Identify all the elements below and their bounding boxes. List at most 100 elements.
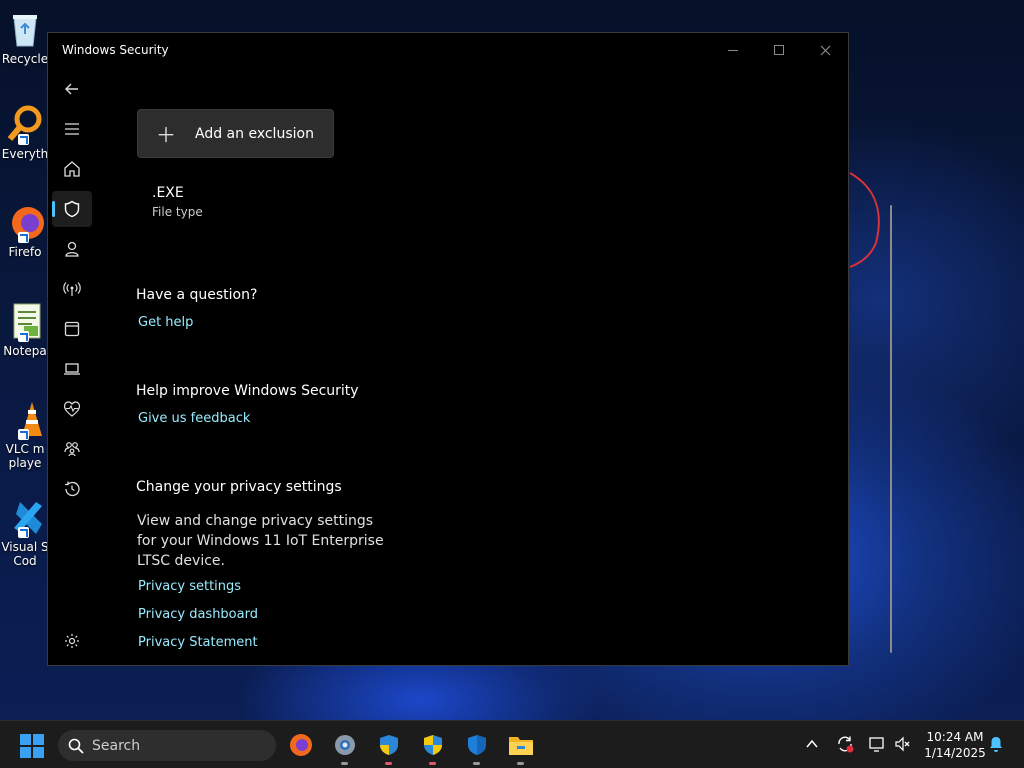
family-icon bbox=[64, 442, 80, 457]
nav-item-protection-history[interactable] bbox=[52, 471, 92, 507]
taskbar-app-windows-security[interactable] bbox=[375, 731, 403, 765]
firefox-icon bbox=[6, 203, 44, 243]
running-indicator bbox=[429, 762, 436, 765]
privacy-settings-link[interactable]: Privacy settings bbox=[138, 579, 241, 594]
taskbar-app-uac[interactable] bbox=[419, 731, 447, 765]
add-exclusion-label: Add an exclusion bbox=[195, 125, 314, 142]
nav-item-device-health[interactable] bbox=[52, 391, 92, 427]
back-arrow-icon bbox=[65, 83, 78, 95]
feedback-link[interactable]: Give us feedback bbox=[138, 411, 250, 426]
title-bar[interactable]: Windows Security bbox=[48, 33, 848, 67]
notification-bell-icon[interactable] bbox=[988, 735, 1004, 753]
main-content: ＋ Add an exclusion .EXE File type Have a… bbox=[96, 67, 892, 665]
clock-date: 1/14/2025 bbox=[924, 746, 986, 760]
network-status-icon[interactable] bbox=[868, 735, 886, 753]
nav-item-device-security[interactable] bbox=[52, 351, 92, 387]
desktop-icon-firefox[interactable]: Firefo bbox=[0, 203, 50, 259]
desktop-icon-vscode[interactable]: Visual S Cod bbox=[0, 498, 50, 568]
privacy-statement-link[interactable]: Privacy Statement bbox=[138, 635, 258, 650]
defender-shield-icon bbox=[468, 735, 486, 755]
question-heading: Have a question? bbox=[136, 287, 258, 303]
windows-logo-icon bbox=[20, 734, 31, 745]
vlc-icon bbox=[6, 400, 44, 440]
firefox-icon bbox=[290, 734, 312, 756]
network-icon bbox=[63, 282, 81, 296]
settings-app-icon bbox=[335, 735, 355, 755]
history-icon bbox=[65, 481, 80, 497]
windows-security-icon bbox=[380, 735, 398, 755]
shortcut-arrow-icon bbox=[18, 134, 29, 145]
system-clock[interactable]: 10:24 AM 1/14/2025 bbox=[920, 729, 990, 761]
notepad-icon bbox=[6, 302, 44, 342]
desktop-icon-notepad[interactable]: Notepa bbox=[0, 302, 50, 358]
exclusion-name: .EXE bbox=[152, 185, 184, 201]
nav-item-app-browser[interactable] bbox=[52, 311, 92, 347]
desktop-icon-everything[interactable]: Everyth bbox=[0, 105, 50, 161]
taskbar-app-file-explorer[interactable] bbox=[507, 731, 535, 765]
desktop-icon-label: Everyth bbox=[1, 147, 49, 161]
desktop-icon-label: VLC m playe bbox=[5, 442, 45, 470]
windows-logo-icon bbox=[33, 734, 44, 745]
plus-icon: ＋ bbox=[156, 123, 176, 147]
chevron-up-icon[interactable] bbox=[806, 739, 818, 749]
shortcut-arrow-icon bbox=[18, 331, 29, 342]
desktop-icon-label: Firefo bbox=[8, 245, 42, 259]
close-icon bbox=[820, 45, 830, 55]
search-placeholder: Search bbox=[92, 737, 141, 754]
exclusion-item[interactable]: .EXE File type bbox=[152, 185, 203, 219]
desktop-icon-label: Visual S Cod bbox=[1, 540, 49, 568]
shortcut-arrow-icon bbox=[18, 232, 29, 243]
taskbar-app-firefox[interactable] bbox=[287, 731, 315, 759]
vscode-icon bbox=[6, 498, 44, 538]
windows-security-window: Windows Security ＋ Add an exclusion .EXE… bbox=[47, 32, 892, 666]
maximize-button[interactable] bbox=[756, 33, 802, 67]
nav-item-family-options[interactable] bbox=[52, 431, 92, 467]
hamburger-menu-icon bbox=[65, 123, 79, 135]
close-button[interactable] bbox=[802, 33, 848, 67]
add-exclusion-button[interactable]: ＋ Add an exclusion bbox=[137, 109, 334, 158]
back-button[interactable] bbox=[52, 71, 92, 107]
shortcut-arrow-icon bbox=[18, 527, 29, 538]
nav-item-virus-protection[interactable] bbox=[52, 191, 92, 227]
device-security-icon bbox=[64, 363, 80, 375]
everything-search-icon bbox=[6, 105, 44, 145]
improve-heading: Help improve Windows Security bbox=[136, 383, 359, 399]
desktop-icon-label: Notepa bbox=[3, 344, 47, 358]
nav-item-firewall[interactable] bbox=[52, 271, 92, 307]
menu-button[interactable] bbox=[52, 111, 92, 147]
get-help-link[interactable]: Get help bbox=[138, 315, 193, 330]
vertical-scrollbar[interactable] bbox=[890, 205, 892, 653]
taskbar: Search 10:24 AM 1/14/2025 bbox=[0, 720, 1024, 768]
minimize-icon bbox=[728, 49, 738, 51]
running-indicator bbox=[341, 762, 348, 765]
desktop-icon-label: Recycle bbox=[1, 52, 49, 66]
navigation-rail bbox=[48, 67, 96, 665]
privacy-heading: Change your privacy settings bbox=[136, 479, 342, 495]
desktop-icon-vlc[interactable]: VLC m playe bbox=[0, 400, 50, 470]
desktop-icon-recycle-bin[interactable]: Recycle bbox=[0, 10, 50, 66]
sync-alert-icon[interactable] bbox=[836, 735, 854, 753]
app-browser-icon bbox=[64, 321, 80, 337]
privacy-dashboard-link[interactable]: Privacy dashboard bbox=[138, 607, 258, 622]
taskbar-search-box[interactable]: Search bbox=[58, 730, 276, 761]
health-icon bbox=[63, 401, 81, 417]
windows-logo-icon bbox=[33, 747, 44, 758]
windows-logo-icon bbox=[20, 747, 31, 758]
maximize-icon bbox=[774, 45, 784, 55]
nav-item-settings[interactable] bbox=[52, 623, 92, 659]
minimize-button[interactable] bbox=[710, 33, 756, 67]
nav-item-account-protection[interactable] bbox=[52, 231, 92, 267]
home-icon bbox=[64, 161, 80, 177]
nav-item-home[interactable] bbox=[52, 151, 92, 187]
volume-muted-icon[interactable] bbox=[894, 735, 912, 753]
window-title: Windows Security bbox=[62, 43, 169, 57]
shortcut-arrow-icon bbox=[18, 429, 29, 440]
account-icon bbox=[65, 241, 79, 257]
start-button[interactable] bbox=[20, 734, 44, 758]
taskbar-app-defender[interactable] bbox=[463, 731, 491, 765]
settings-gear-icon bbox=[65, 634, 79, 648]
taskbar-app-settings[interactable] bbox=[331, 731, 359, 765]
exclusion-type: File type bbox=[152, 205, 203, 219]
file-explorer-icon bbox=[509, 737, 533, 755]
running-indicator bbox=[517, 762, 524, 765]
